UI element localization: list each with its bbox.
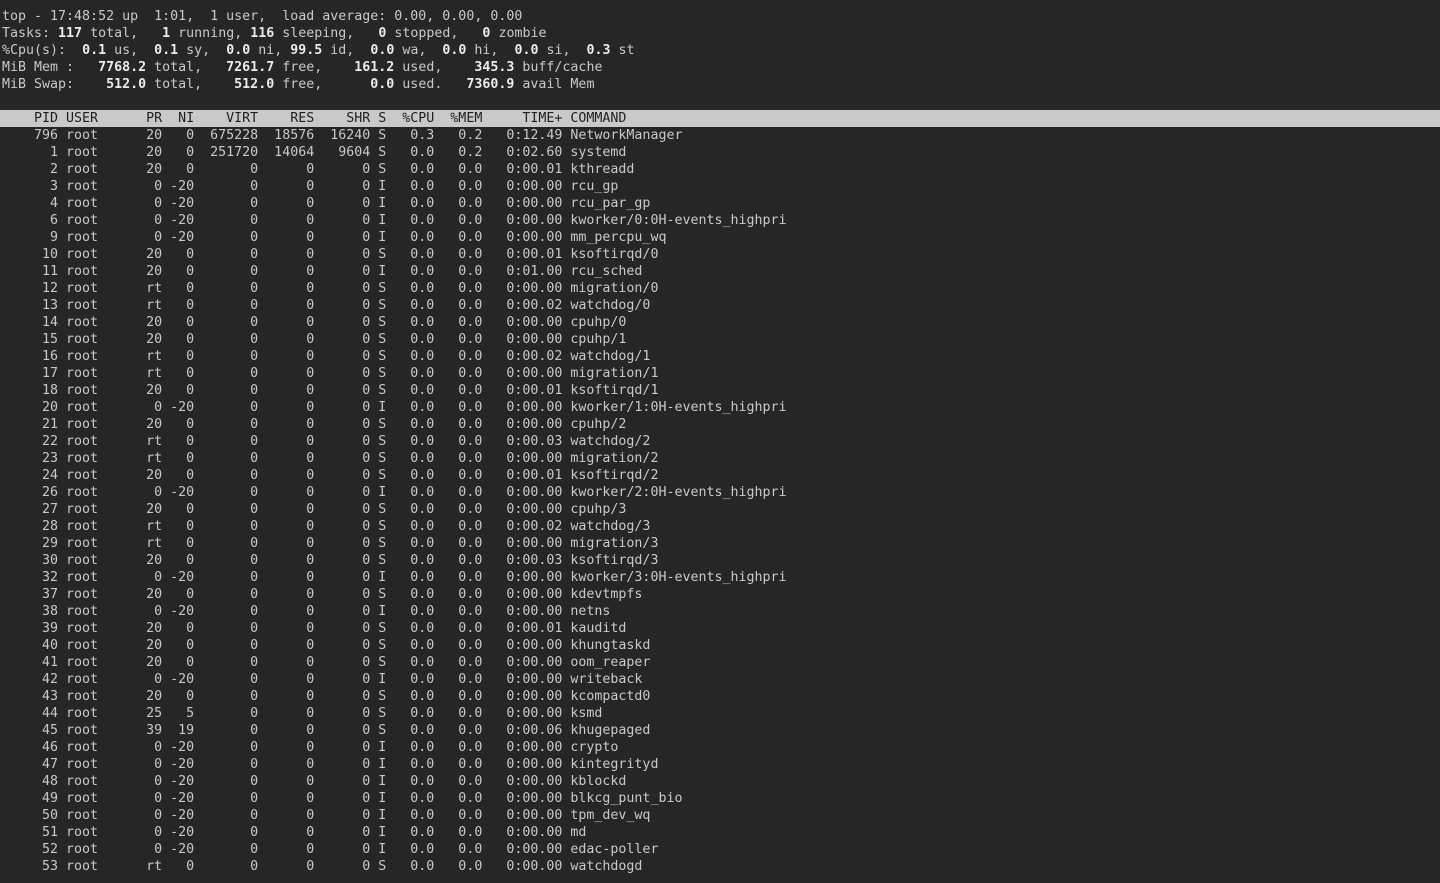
- process-row: 29 root rt 0 0 0 0 S 0.0 0.0 0:00.00 mig…: [0, 535, 1440, 552]
- process-row: 41 root 20 0 0 0 0 S 0.0 0.0 0:00.00 oom…: [0, 654, 1440, 671]
- process-table-header: PID USER PR NI VIRT RES SHR S %CPU %MEM …: [0, 110, 1440, 127]
- message-line: [0, 93, 1440, 110]
- process-row: 42 root 0 -20 0 0 0 I 0.0 0.0 0:00.00 wr…: [0, 671, 1440, 688]
- process-row: 18 root 20 0 0 0 0 S 0.0 0.0 0:00.01 kso…: [0, 382, 1440, 399]
- process-row: 50 root 0 -20 0 0 0 I 0.0 0.0 0:00.00 tp…: [0, 807, 1440, 824]
- process-row: 53 root rt 0 0 0 0 S 0.0 0.0 0:00.00 wat…: [0, 858, 1440, 875]
- swap-line: MiB Swap: 512.0 total, 512.0 free, 0.0 u…: [0, 76, 1440, 93]
- process-row: 30 root 20 0 0 0 0 S 0.0 0.0 0:00.03 kso…: [0, 552, 1440, 569]
- process-row: 24 root 20 0 0 0 0 S 0.0 0.0 0:00.01 kso…: [0, 467, 1440, 484]
- process-row: 16 root rt 0 0 0 0 S 0.0 0.0 0:00.02 wat…: [0, 348, 1440, 365]
- process-row: 45 root 39 19 0 0 0 S 0.0 0.0 0:00.06 kh…: [0, 722, 1440, 739]
- process-row: 9 root 0 -20 0 0 0 I 0.0 0.0 0:00.00 mm_…: [0, 229, 1440, 246]
- process-row: 47 root 0 -20 0 0 0 I 0.0 0.0 0:00.00 ki…: [0, 756, 1440, 773]
- process-row: 28 root rt 0 0 0 0 S 0.0 0.0 0:00.02 wat…: [0, 518, 1440, 535]
- process-row: 21 root 20 0 0 0 0 S 0.0 0.0 0:00.00 cpu…: [0, 416, 1440, 433]
- process-row: 23 root rt 0 0 0 0 S 0.0 0.0 0:00.00 mig…: [0, 450, 1440, 467]
- process-row: 796 root 20 0 675228 18576 16240 S 0.3 0…: [0, 127, 1440, 144]
- process-row: 48 root 0 -20 0 0 0 I 0.0 0.0 0:00.00 kb…: [0, 773, 1440, 790]
- top-summary: top - 17:48:52 up 1:01, 1 user, load ave…: [0, 8, 1440, 93]
- process-row: 4 root 0 -20 0 0 0 I 0.0 0.0 0:00.00 rcu…: [0, 195, 1440, 212]
- process-row: 37 root 20 0 0 0 0 S 0.0 0.0 0:00.00 kde…: [0, 586, 1440, 603]
- uptime-line: top - 17:48:52 up 1:01, 1 user, load ave…: [0, 8, 1440, 25]
- process-row: 15 root 20 0 0 0 0 S 0.0 0.0 0:00.00 cpu…: [0, 331, 1440, 348]
- process-row: 14 root 20 0 0 0 0 S 0.0 0.0 0:00.00 cpu…: [0, 314, 1440, 331]
- process-row: 38 root 0 -20 0 0 0 I 0.0 0.0 0:00.00 ne…: [0, 603, 1440, 620]
- process-row: 13 root rt 0 0 0 0 S 0.0 0.0 0:00.02 wat…: [0, 297, 1440, 314]
- process-row: 6 root 0 -20 0 0 0 I 0.0 0.0 0:00.00 kwo…: [0, 212, 1440, 229]
- process-row: 22 root rt 0 0 0 0 S 0.0 0.0 0:00.03 wat…: [0, 433, 1440, 450]
- process-row: 32 root 0 -20 0 0 0 I 0.0 0.0 0:00.00 kw…: [0, 569, 1440, 586]
- process-row: 3 root 0 -20 0 0 0 I 0.0 0.0 0:00.00 rcu…: [0, 178, 1440, 195]
- mem-line: MiB Mem : 7768.2 total, 7261.7 free, 161…: [0, 59, 1440, 76]
- process-row: 2 root 20 0 0 0 0 S 0.0 0.0 0:00.01 kthr…: [0, 161, 1440, 178]
- process-row: 39 root 20 0 0 0 0 S 0.0 0.0 0:00.01 kau…: [0, 620, 1440, 637]
- process-row: 52 root 0 -20 0 0 0 I 0.0 0.0 0:00.00 ed…: [0, 841, 1440, 858]
- process-row: 26 root 0 -20 0 0 0 I 0.0 0.0 0:00.00 kw…: [0, 484, 1440, 501]
- process-row: 46 root 0 -20 0 0 0 I 0.0 0.0 0:00.00 cr…: [0, 739, 1440, 756]
- process-row: 10 root 20 0 0 0 0 S 0.0 0.0 0:00.01 kso…: [0, 246, 1440, 263]
- process-row: 1 root 20 0 251720 14064 9604 S 0.0 0.2 …: [0, 144, 1440, 161]
- cpu-line: %Cpu(s): 0.1 us, 0.1 sy, 0.0 ni, 99.5 id…: [0, 42, 1440, 59]
- process-table: 796 root 20 0 675228 18576 16240 S 0.3 0…: [0, 127, 1440, 875]
- tasks-line: Tasks: 117 total, 1 running, 116 sleepin…: [0, 25, 1440, 42]
- process-row: 11 root 20 0 0 0 0 I 0.0 0.0 0:01.00 rcu…: [0, 263, 1440, 280]
- process-row: 12 root rt 0 0 0 0 S 0.0 0.0 0:00.00 mig…: [0, 280, 1440, 297]
- process-row: 20 root 0 -20 0 0 0 I 0.0 0.0 0:00.00 kw…: [0, 399, 1440, 416]
- process-row: 17 root rt 0 0 0 0 S 0.0 0.0 0:00.00 mig…: [0, 365, 1440, 382]
- terminal-screen[interactable]: top - 17:48:52 up 1:01, 1 user, load ave…: [0, 0, 1440, 875]
- process-row: 27 root 20 0 0 0 0 S 0.0 0.0 0:00.00 cpu…: [0, 501, 1440, 518]
- process-row: 44 root 25 5 0 0 0 S 0.0 0.0 0:00.00 ksm…: [0, 705, 1440, 722]
- process-table-header-bar: PID USER PR NI VIRT RES SHR S %CPU %MEM …: [0, 110, 1440, 127]
- process-row: 43 root 20 0 0 0 0 S 0.0 0.0 0:00.00 kco…: [0, 688, 1440, 705]
- process-row: 40 root 20 0 0 0 0 S 0.0 0.0 0:00.00 khu…: [0, 637, 1440, 654]
- process-row: 51 root 0 -20 0 0 0 I 0.0 0.0 0:00.00 md: [0, 824, 1440, 841]
- process-row: 49 root 0 -20 0 0 0 I 0.0 0.0 0:00.00 bl…: [0, 790, 1440, 807]
